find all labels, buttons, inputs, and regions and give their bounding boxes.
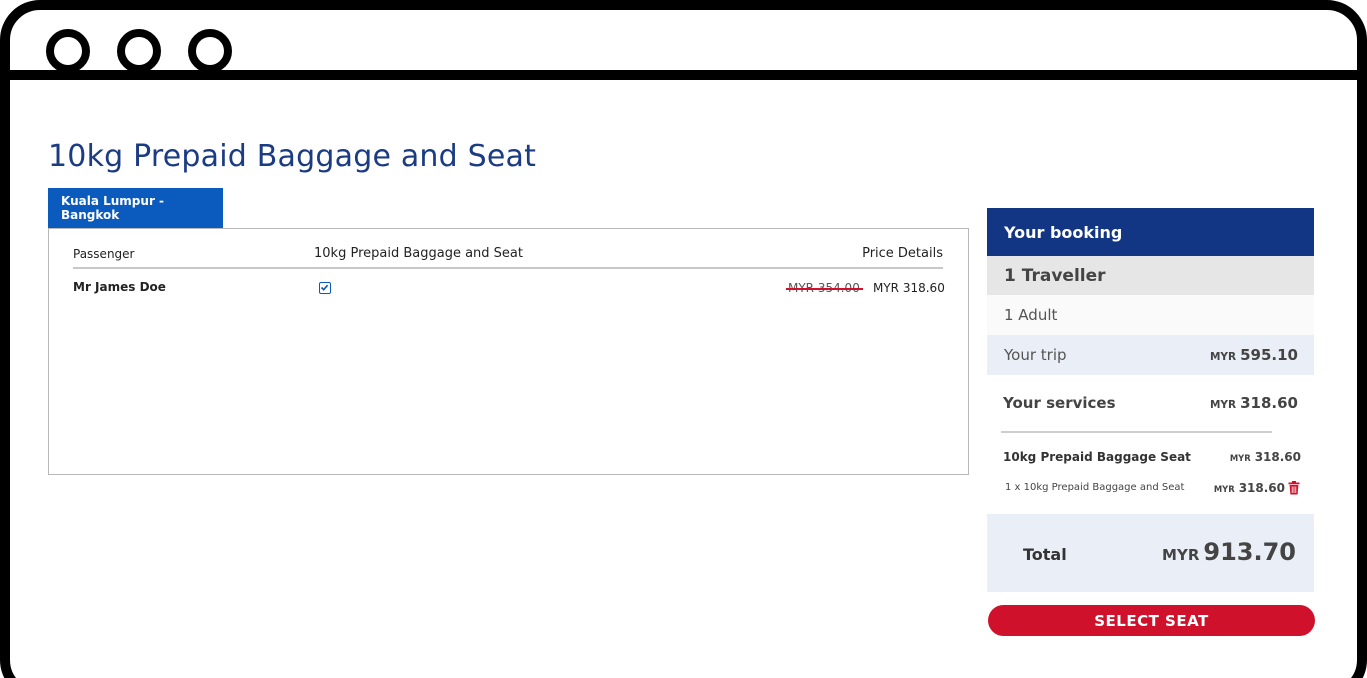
window-titlebar (10, 10, 1357, 80)
total-amount-value: 913.70 (1203, 538, 1296, 566)
total-section: Total MYR 913.70 (987, 514, 1314, 592)
trip-amount: MYR 595.10 (1210, 346, 1298, 364)
window-control-maximize-icon[interactable] (188, 29, 232, 73)
window-control-close-icon[interactable] (46, 29, 90, 73)
service-line-amount: MYR 318.60 (1214, 481, 1285, 495)
service-item-currency: MYR (1229, 453, 1251, 463)
service-line-amount-value: 318.60 (1238, 481, 1285, 495)
strikethrough-line (786, 288, 863, 290)
column-header-passenger: Passenger (73, 247, 135, 261)
original-price: MYR 354.00 (786, 281, 863, 295)
trip-label: Your trip (1004, 346, 1067, 364)
service-item-amount-value: 318.60 (1254, 450, 1301, 464)
tab-route[interactable]: Kuala Lumpur - Bangkok (48, 188, 223, 228)
discounted-price: MYR 318.60 (873, 281, 945, 295)
booking-summary-title: Your booking (987, 208, 1314, 256)
trip-row: Your trip MYR 595.10 (987, 335, 1314, 375)
total-amount: MYR 913.70 (1162, 538, 1296, 566)
total-currency: MYR (1162, 546, 1200, 564)
services-section: Your services MYR 318.60 10kg Prepaid Bag… (987, 375, 1314, 514)
services-amount-value: 318.60 (1240, 394, 1298, 412)
page-title: 10kg Prepaid Baggage and Seat (48, 139, 537, 174)
trip-amount-value: 595.10 (1240, 346, 1298, 364)
trip-currency: MYR (1209, 351, 1237, 363)
table-header-divider (73, 267, 943, 269)
column-header-service: 10kg Prepaid Baggage and Seat (314, 246, 523, 261)
services-amount: MYR 318.60 (1210, 394, 1298, 412)
service-line-currency: MYR (1213, 484, 1235, 494)
services-divider (1001, 431, 1272, 433)
passenger-table: Passenger 10kg Prepaid Baggage and Seat … (48, 228, 969, 475)
services-label: Your services (1003, 394, 1116, 412)
services-currency: MYR (1209, 399, 1237, 411)
service-line-description: 1 x 10kg Prepaid Baggage and Seat (1005, 482, 1185, 493)
traveller-count: 1 Traveller (987, 256, 1314, 295)
service-checkbox[interactable] (319, 282, 331, 294)
select-seat-button[interactable]: SELECT SEAT (988, 605, 1315, 636)
booking-summary: Your booking 1 Traveller 1 Adult Your tr… (987, 208, 1314, 592)
service-item-name: 10kg Prepaid Baggage Seat (1003, 450, 1191, 464)
column-header-price: Price Details (862, 246, 943, 261)
adult-count: 1 Adult (987, 295, 1314, 335)
service-item-amount: MYR 318.60 (1230, 450, 1301, 464)
checkmark-icon (320, 284, 329, 291)
passenger-name: Mr James Doe (73, 280, 166, 294)
trash-icon[interactable] (1288, 481, 1300, 495)
total-label: Total (1023, 545, 1067, 564)
window-control-minimize-icon[interactable] (117, 29, 161, 73)
